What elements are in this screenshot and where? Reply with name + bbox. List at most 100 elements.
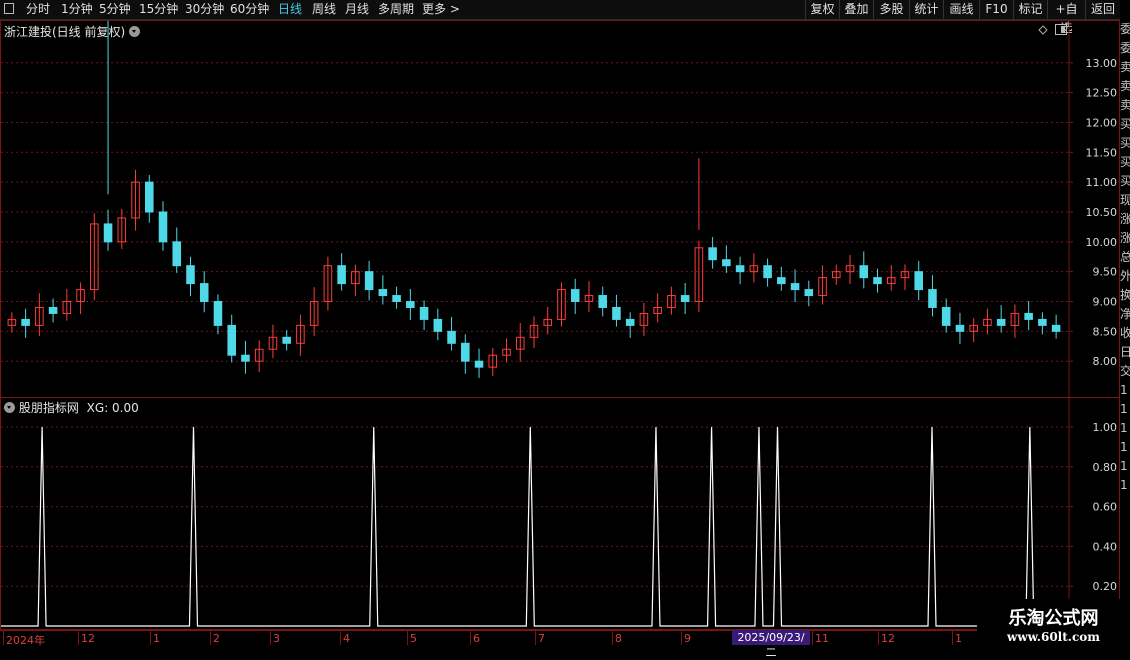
indicator-axis-label: 1.00 [1093,421,1118,434]
tab-30min[interactable]: 30分钟 [185,2,224,17]
tab-5min[interactable]: 5分钟 [99,2,131,17]
candle-body [735,265,745,273]
side-panel-char: 涨 [1120,231,1130,245]
side-panel-char: 总 [1120,250,1130,264]
price-axis-label: 11.50 [1086,146,1118,159]
date-label: 9 [684,632,691,645]
candle-body [103,223,113,243]
date-label: 4 [343,632,350,645]
side-panel-char: 净 [1120,307,1130,321]
tab-multi-period[interactable]: 多周期 [378,2,414,17]
candle-body [1051,324,1061,332]
overlay-button[interactable]: 叠加 [839,0,873,19]
xg-signal-line [1,426,1069,627]
watermark-title: 乐淘公式网 [1008,608,1099,629]
side-panel-char: 买 [1120,136,1130,150]
price-axis-label: 12.50 [1086,87,1118,100]
date-tick [812,631,813,645]
candle-body [612,306,621,320]
indicator-panel: 股朋指标网 XG: 0.00 1.00 0.80 0.60 0.40 0.20 [0,397,1120,630]
side-panel-char: 1 [1120,440,1128,454]
date-label: 2 [213,632,220,645]
date-label: 8 [615,632,622,645]
fuquan-button[interactable]: 复权 [805,0,839,19]
side-panel-char: 1 [1120,421,1128,435]
side-panel-char: 1 [1120,459,1128,473]
quote-side-panel-edge: 委委卖卖卖买买买买现涨涨总外换净收日交111111 [1120,20,1130,645]
side-panel-char: 1 [1120,383,1128,397]
candle-body [474,360,484,368]
candle-body [790,283,800,291]
tab-weekly[interactable]: 周线 [312,2,336,17]
date-tick [952,631,953,645]
candle-body [282,336,291,344]
indicator-line-chart[interactable]: 1.00 0.80 0.60 0.40 0.20 [1,398,1119,629]
add-watchlist-button[interactable]: +自选 [1047,0,1085,35]
side-panel-char: 日 [1120,345,1130,359]
date-tick [270,631,271,645]
side-panel-char: 买 [1120,155,1130,169]
tab-daily[interactable]: 日线 [278,2,302,17]
window-icon[interactable] [4,3,14,14]
date-label: 12 [881,632,895,645]
candle-body [378,289,388,297]
date-label: 11 [815,632,829,645]
f10-button[interactable]: F10 [979,0,1013,19]
candle-body [337,265,346,285]
side-panel-char: 现 [1120,193,1130,207]
candle-body [461,342,470,362]
candle-body [598,295,607,308]
candle-body [996,318,1006,326]
date-tick [78,631,79,645]
tab-fenshi[interactable]: 分时 [26,2,50,17]
side-panel-char: 交 [1120,364,1130,378]
candle-body [172,241,182,267]
side-panel-char: 换 [1120,288,1130,302]
date-label: 3 [273,632,280,645]
date-tick [3,631,4,645]
side-panel-char: 1 [1120,402,1128,416]
side-panel-char: 涨 [1120,212,1130,226]
indicator-axis-label: 0.80 [1093,461,1118,474]
candle-body [1024,312,1033,320]
candle-body [1038,318,1047,326]
date-tick [340,631,341,645]
date-label: 7 [538,632,545,645]
date-label: 1 [153,632,160,645]
candle-body [144,181,154,213]
stats-button[interactable]: 统计 [909,0,943,19]
tab-60min[interactable]: 60分钟 [230,2,269,17]
price-candlestick-chart[interactable]: 13.00 12.50 12.00 11.50 11.00 10.50 10.00 9.50 9… [1,21,1119,397]
price-axis-label: 12.00 [1086,116,1118,129]
watermark: 乐淘公式网 www.60lt.com [977,599,1130,650]
candle-body [48,306,58,314]
price-chart-panel: 浙江建投(日线 前复权) 13.00 12.50 12.00 11.50 11.00 10… [0,20,1120,398]
candle-body [777,277,786,285]
candle-body [941,306,951,326]
candle-body [186,265,195,285]
candle-body [158,211,168,243]
price-axis-label: 8.00 [1093,355,1118,368]
mark-button[interactable]: 标记 [1013,0,1047,19]
candle-body [859,265,869,279]
tab-1min[interactable]: 1分钟 [61,2,93,17]
date-tick [681,631,682,645]
date-tick [407,631,408,645]
draw-line-button[interactable]: 画线 [943,0,979,19]
price-axis-label: 10.50 [1086,206,1118,219]
candle-body [914,271,924,291]
cursor-date-label: 2025/09/23/二 [732,630,810,659]
candle-body [708,247,717,261]
candle-body [680,295,690,303]
candle-body [722,259,731,267]
indicator-axis-label: 0.60 [1093,501,1118,514]
back-button[interactable]: 返回 [1085,0,1120,19]
tab-monthly[interactable]: 月线 [345,2,369,17]
tab-15min[interactable]: 15分钟 [139,2,178,17]
tab-more[interactable]: 更多 > [422,2,460,17]
indicator-axis-label: 0.20 [1093,580,1118,593]
multi-stock-button[interactable]: 多股 [873,0,909,19]
date-label: 12 [81,632,95,645]
price-axis-label: 8.50 [1093,325,1118,338]
date-label: 2024年 [6,634,45,647]
